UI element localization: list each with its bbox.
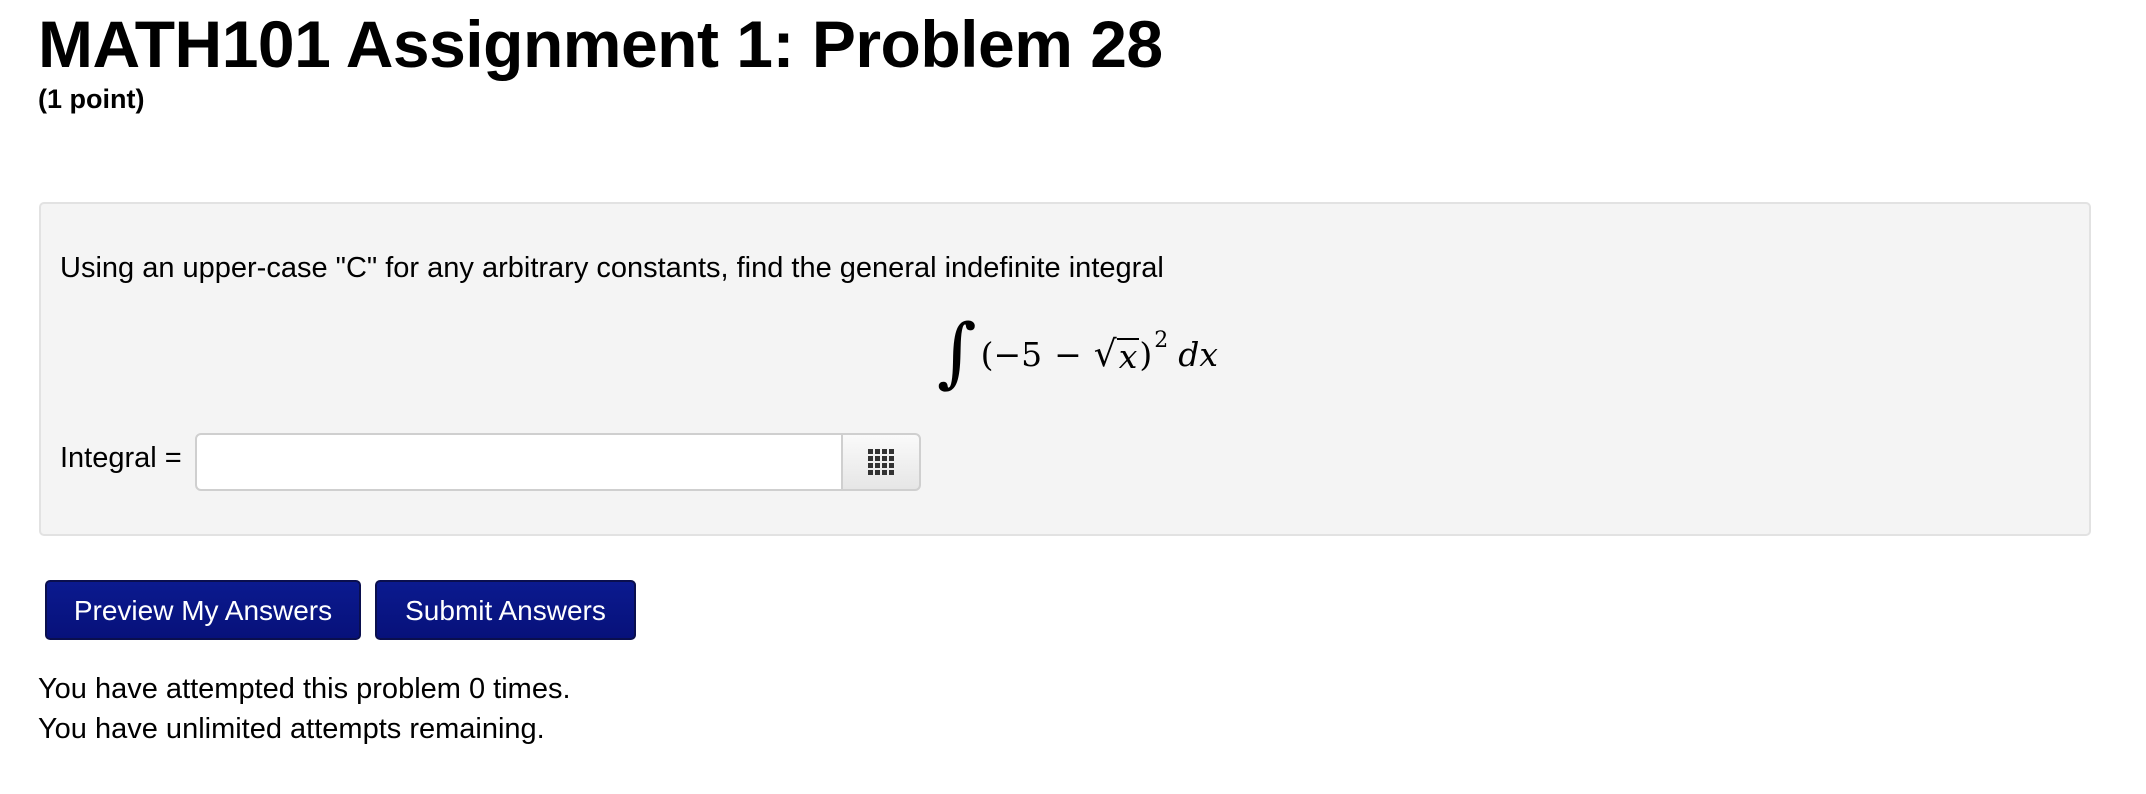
integral-sign: ∫ bbox=[937, 307, 977, 396]
formula-close-paren: ) bbox=[1139, 334, 1153, 374]
equation-palette-button[interactable] bbox=[841, 433, 921, 491]
formula-differential: dx bbox=[1178, 334, 1218, 374]
integral-answer-input[interactable] bbox=[195, 433, 843, 491]
answer-label: Integral = bbox=[60, 442, 182, 474]
formula-operator: − bbox=[1054, 334, 1082, 374]
page-title: MATH101 Assignment 1: Problem 28 bbox=[38, 7, 1163, 81]
radical-sign: √ bbox=[1093, 333, 1117, 375]
formula-constant: −5 bbox=[993, 334, 1043, 374]
problem-instructions: Using an upper-case "C" for any arbitrar… bbox=[60, 252, 1164, 284]
grid-icon bbox=[868, 449, 894, 475]
attempts-status: You have attempted this problem 0 times. bbox=[38, 673, 571, 705]
formula-radicand: x bbox=[1116, 336, 1140, 376]
formula-exponent: 2 bbox=[1154, 327, 1169, 353]
preview-answers-button[interactable]: Preview My Answers bbox=[45, 580, 361, 640]
remaining-attempts-status: You have unlimited attempts remaining. bbox=[38, 713, 545, 745]
problem-points: (1 point) bbox=[38, 84, 145, 114]
integral-formula: ∫ ( −5 − √ x ) 2 dx bbox=[937, 312, 1218, 396]
submit-answers-button[interactable]: Submit Answers bbox=[375, 580, 636, 640]
problem-box: Using an upper-case "C" for any arbitrar… bbox=[39, 202, 2091, 536]
formula-square-root: √ x bbox=[1094, 334, 1140, 375]
formula-open-paren: ( bbox=[980, 334, 994, 374]
